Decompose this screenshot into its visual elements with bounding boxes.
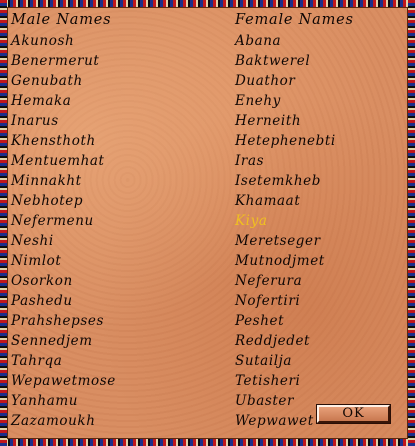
male-names-header: Male Names [11,12,112,28]
male-name-item[interactable]: Wepawetmose [11,371,116,391]
female-name-item[interactable]: Isetemkheb [235,171,321,191]
female-name-item[interactable]: Iras [235,151,264,171]
female-name-item[interactable]: Peshet [235,311,284,331]
male-name-item[interactable]: Yanhamu [11,391,78,411]
female-name-item[interactable]: Khamaat [235,191,300,211]
male-name-item[interactable]: Benermerut [11,51,99,71]
male-name-item[interactable]: Pashedu [11,291,73,311]
female-name-item[interactable]: Mutnodjmet [235,251,325,271]
female-name-item[interactable]: Nofertiri [235,291,300,311]
female-name-item[interactable]: Neferura [235,271,302,291]
border-top [0,0,415,7]
male-name-item[interactable]: Nefermenu [11,211,94,231]
male-name-item[interactable]: Sennedjem [11,331,93,351]
male-name-item[interactable]: Khensthoth [11,131,96,151]
ok-button[interactable]: OK [316,404,391,424]
female-name-item[interactable]: Kiya [235,211,267,231]
border-left [0,0,7,446]
male-name-item[interactable]: Prahshepses [11,311,104,331]
female-name-item[interactable]: Sutailja [235,351,292,371]
names-panel: Male Names Akunosh Benermerut Genubath Hema… [7,7,408,439]
male-name-item[interactable]: Akunosh [11,31,74,51]
female-name-item[interactable]: Reddjedet [235,331,310,351]
dialog-frame: Male Names Akunosh Benermerut Genubath Hema… [0,0,415,446]
male-name-item[interactable]: Mentuemhat [11,151,105,171]
male-name-item[interactable]: Zazamoukh [11,411,96,431]
female-name-item[interactable]: Tetisheri [235,371,300,391]
female-name-item[interactable]: Baktwerel [235,51,310,71]
male-name-item[interactable]: Neshi [11,231,54,251]
female-name-item[interactable]: Meretseger [235,231,321,251]
border-bottom [0,439,415,446]
female-name-item[interactable]: Wepwawet [235,411,314,431]
female-name-item[interactable]: Herneith [235,111,301,131]
female-names-header: Female Names [235,12,354,28]
male-name-item[interactable]: Genubath [11,71,83,91]
border-right [408,0,415,446]
female-name-item[interactable]: Abana [235,31,281,51]
female-name-item[interactable]: Duathor [235,71,295,91]
male-name-item[interactable]: Nebhotep [11,191,83,211]
male-name-item[interactable]: Minnakht [11,171,82,191]
male-name-item[interactable]: Nimlot [11,251,61,271]
male-name-item[interactable]: Osorkon [11,271,73,291]
male-name-item[interactable]: Tahrqa [11,351,62,371]
male-name-item[interactable]: Hemaka [11,91,71,111]
female-name-item[interactable]: Enehy [235,91,281,111]
female-name-item[interactable]: Hetephenebti [235,131,336,151]
male-name-item[interactable]: Inarus [11,111,59,131]
female-name-item[interactable]: Ubaster [235,391,294,411]
